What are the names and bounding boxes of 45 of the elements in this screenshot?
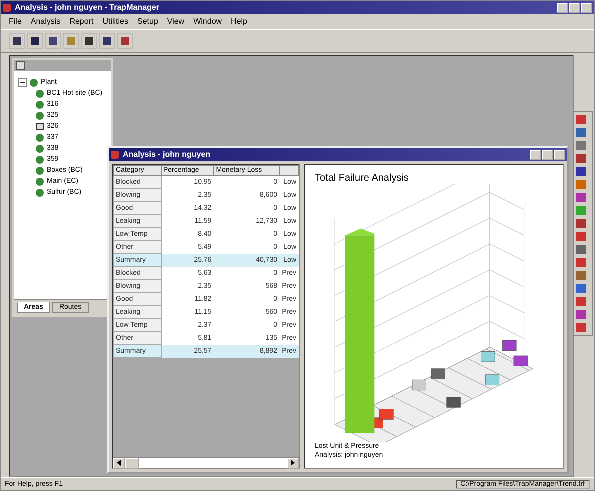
collapse-icon[interactable] [18,78,27,87]
app-icon [3,4,11,12]
tool-icon [13,37,21,45]
chart-bar [514,356,528,366]
chart-bar [502,340,517,352]
maximize-button[interactable] [569,2,580,12]
chart-title: Total Failure Analysis [315,173,410,184]
chart-bar [431,368,446,380]
toolbar-button[interactable] [81,33,97,49]
tool-icon [85,37,93,45]
menu-item[interactable]: Window [194,17,222,26]
menu-item[interactable]: Utilities [102,17,128,26]
menu-item[interactable]: Setup [137,17,158,26]
minimize-button[interactable] [530,150,541,160]
monitor-icon [36,123,44,130]
chart-bar [485,374,500,386]
tool-icon [121,37,129,45]
chart-bar [412,380,426,391]
toolbar-button[interactable] [45,33,61,49]
toolbar-button[interactable] [117,33,133,49]
plant-icon [30,78,38,86]
menu-item[interactable]: File [9,17,22,26]
tool-icon [31,37,39,45]
horizontal-scrollbar[interactable] [113,457,299,468]
window-icon [111,150,119,158]
toolbar-button[interactable] [99,33,115,49]
maximize-button[interactable] [542,150,553,160]
close-button[interactable] [554,150,565,160]
toolbar-button[interactable] [27,33,43,49]
tool-icon [103,37,111,45]
close-button[interactable] [581,2,592,12]
tool-icon [67,37,75,45]
window-title: Analysis - john nguyen - TrapManager [15,3,160,12]
window-icon [16,61,25,70]
tool-icon [49,37,57,45]
menu-item[interactable]: Help [231,17,248,26]
chart-bar [446,397,461,408]
window-title: Analysis - john nguyen [123,150,212,159]
chart-bar [481,352,496,362]
menu-item[interactable]: Analysis [30,17,61,26]
menu-item[interactable]: View [167,17,185,26]
toolbar-button[interactable] [9,33,25,49]
minimize-button[interactable] [557,2,568,12]
chart-bar [380,409,394,420]
menu-item[interactable]: Report [70,17,94,26]
